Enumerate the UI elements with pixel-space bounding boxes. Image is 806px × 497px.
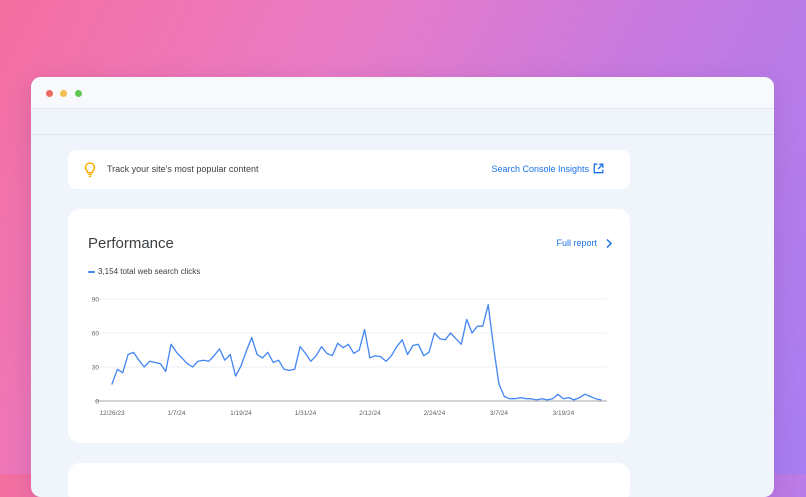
search-console-insights-link[interactable]: Search Console Insights [491, 164, 589, 174]
tip-text: Track your site's most popular content [107, 164, 259, 174]
browser-window: Track your site's most popular content S… [31, 77, 774, 497]
toolbar-strip [31, 109, 774, 135]
y-tick-label: 90 [92, 297, 100, 304]
clicks-line-chart: 0 30 60 90 12/26/23 1/7/24 1/19/24 1/31/24 2/12/… [92, 297, 607, 417]
y-tick-label: 0 [95, 399, 99, 406]
x-tick-label: 1/31/24 [295, 410, 317, 417]
external-link-icon[interactable] [593, 163, 604, 174]
x-tick-label: 12/26/23 [99, 410, 125, 417]
performance-card: Performance Full report 3,154 total web … [68, 209, 630, 443]
x-tick-label: 1/19/24 [230, 410, 252, 417]
insights-tip-card: Track your site's most popular content S… [68, 150, 630, 189]
x-tick-label: 2/24/24 [424, 410, 446, 417]
x-tick-label: 2/12/24 [359, 410, 381, 417]
y-tick-label: 30 [92, 365, 100, 372]
minimize-window-button[interactable] [60, 90, 67, 97]
x-tick-label: 1/7/24 [167, 410, 185, 417]
next-card [68, 463, 630, 497]
x-tick-label: 3/7/24 [490, 410, 508, 417]
maximize-window-button[interactable] [75, 90, 82, 97]
x-tick-label: 3/19/24 [553, 410, 575, 417]
close-window-button[interactable] [46, 90, 53, 97]
y-tick-label: 60 [92, 331, 100, 338]
window-titlebar [31, 77, 774, 109]
clicks-series-line [111, 304, 602, 401]
lightbulb-icon [84, 162, 96, 178]
